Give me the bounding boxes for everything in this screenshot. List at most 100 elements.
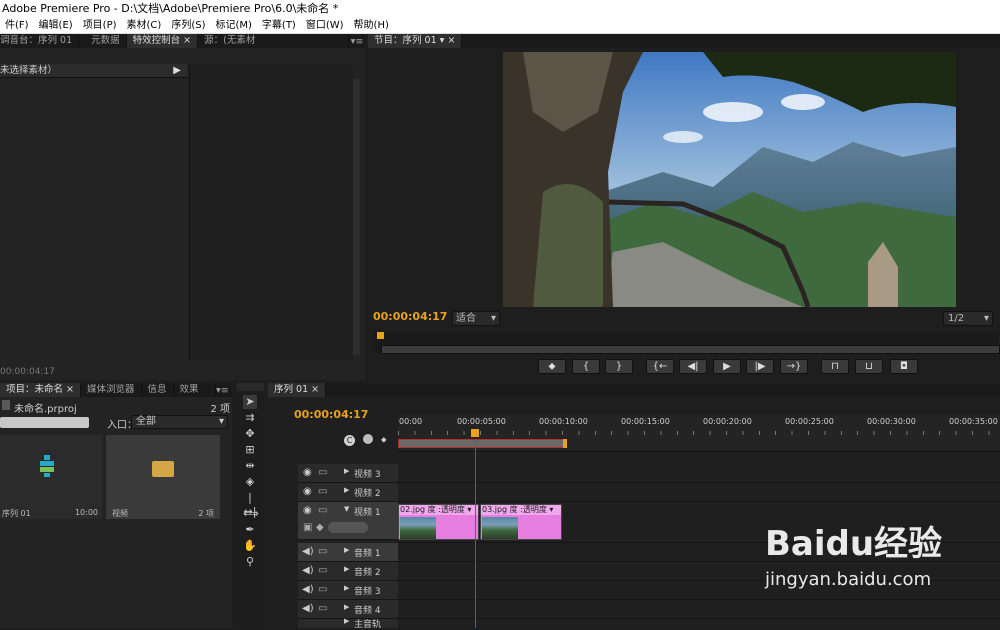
playhead-line[interactable]: [475, 439, 476, 628]
close-icon[interactable]: ×: [66, 384, 74, 395]
go-to-in-button[interactable]: {←: [646, 359, 674, 374]
zoom-tool-icon[interactable]: ⚲: [243, 555, 257, 569]
clip-03[interactable]: 03.jpg 度 :透明度 ▾: [480, 504, 562, 540]
video-track-1[interactable]: ◉ ▭ ▼ 视频 1 ▣ ◆: [298, 502, 398, 540]
resolution-dropdown[interactable]: 1/2 ▾: [943, 311, 993, 326]
step-back-button[interactable]: ◀|: [679, 359, 707, 374]
chevron-right-icon[interactable]: ▶: [344, 486, 349, 494]
tab-audio-mixer[interactable]: 调音台：序列 01: [0, 34, 80, 48]
project-item-sequence[interactable]: 序列 01 10:00: [0, 435, 102, 519]
panel-menu-icon[interactable]: ▾≡: [216, 385, 232, 396]
lock-icon[interactable]: ▭: [318, 603, 327, 614]
rolling-edit-tool-icon[interactable]: ⊞: [243, 443, 257, 457]
speaker-icon[interactable]: ◀): [302, 565, 314, 576]
speaker-icon[interactable]: ◀): [302, 603, 314, 614]
rate-stretch-tool-icon[interactable]: ⇹: [243, 459, 257, 473]
menu-help[interactable]: 帮助(H): [349, 17, 394, 33]
keyframe-icon[interactable]: ◆: [316, 522, 324, 533]
eye-icon[interactable]: ◉: [303, 505, 312, 516]
add-marker-icon[interactable]: ⬥: [381, 435, 387, 445]
work-area-handle-icon[interactable]: [563, 439, 567, 448]
tab-metadata[interactable]: 元数据: [79, 34, 127, 48]
audio-track-2[interactable]: ◀) ▭ ▶ 音频 2: [298, 562, 398, 581]
time-ruler[interactable]: 00:00 00:00:05:00 00:00:10:00 00:00:15:0…: [398, 415, 1000, 452]
chevron-down-icon[interactable]: ▾: [440, 35, 445, 46]
project-item-bin[interactable]: 视频 2 项: [106, 435, 220, 519]
tab-program[interactable]: 节目：序列 01 ▾ ×: [368, 34, 463, 48]
chevron-right-icon[interactable]: ▶: [344, 617, 349, 625]
audio-track-3[interactable]: ◀) ▭ ▶ 音频 3: [298, 581, 398, 600]
video-track-3[interactable]: ◉ ▭ ▶ 视频 3: [298, 464, 398, 483]
eye-icon[interactable]: ◉: [303, 486, 312, 497]
chevron-right-icon[interactable]: ▶: [344, 467, 349, 475]
video-track-2[interactable]: ◉ ▭ ▶ 视频 2: [298, 483, 398, 502]
add-marker-button[interactable]: ⬥: [538, 359, 566, 374]
slide-tool-icon[interactable]: ⟺: [243, 507, 259, 521]
ripple-edit-tool-icon[interactable]: ✥: [243, 427, 257, 441]
program-mini-ruler[interactable]: [373, 332, 1000, 354]
menu-clip[interactable]: 素材(C): [122, 17, 167, 33]
step-forward-button[interactable]: |▶: [746, 359, 774, 374]
lock-icon[interactable]: ▭: [318, 546, 327, 557]
clip-02[interactable]: 02.jpg 度 :透明度 ▾: [398, 504, 479, 540]
mark-in-button[interactable]: {: [572, 359, 600, 374]
slip-tool-icon[interactable]: |↔|: [243, 491, 257, 518]
tab-effect-controls[interactable]: 特效控制台 ×: [126, 34, 199, 48]
chevron-right-icon[interactable]: ▶: [344, 584, 349, 592]
chevron-right-icon[interactable]: ▶: [344, 546, 349, 554]
lift-button[interactable]: ⊓: [821, 359, 849, 374]
chevron-right-icon[interactable]: ▶: [173, 64, 181, 77]
playhead-handle-icon[interactable]: [471, 429, 479, 437]
speaker-icon[interactable]: ◀): [302, 546, 314, 557]
close-icon[interactable]: ×: [447, 35, 455, 46]
tab-media-browser[interactable]: 媒体浏览器: [81, 383, 142, 397]
lock-icon[interactable]: ▭: [318, 505, 327, 516]
snap-icon[interactable]: C: [344, 435, 355, 446]
menu-marker[interactable]: 标记(M): [210, 17, 256, 33]
fit-dropdown[interactable]: 适合 ▾: [452, 311, 500, 326]
tab-info[interactable]: 信息: [142, 383, 174, 397]
work-area-bar[interactable]: [398, 439, 565, 448]
lock-icon[interactable]: ▭: [318, 584, 327, 595]
play-button[interactable]: ▶: [713, 359, 741, 374]
menu-project[interactable]: 项目(P): [78, 17, 122, 33]
chevron-right-icon[interactable]: ▶: [344, 603, 349, 611]
eye-icon[interactable]: ◉: [303, 467, 312, 478]
lock-icon[interactable]: ▭: [318, 486, 327, 497]
menu-edit[interactable]: 编辑(E): [34, 17, 78, 33]
chevron-right-icon[interactable]: ▶: [344, 565, 349, 573]
keyframe-nav[interactable]: [328, 522, 368, 533]
menu-file[interactable]: 件(F): [0, 17, 34, 33]
extract-button[interactable]: ⊔: [855, 359, 883, 374]
menu-window[interactable]: 窗口(W): [301, 17, 349, 33]
linked-selection-icon[interactable]: [363, 434, 373, 444]
project-search-input[interactable]: [0, 417, 89, 428]
chevron-down-icon[interactable]: ▼: [344, 505, 349, 513]
close-icon[interactable]: ×: [183, 35, 191, 46]
speaker-icon[interactable]: ◀): [302, 584, 314, 595]
display-style-icon[interactable]: ▣: [303, 522, 312, 533]
hand-tool-icon[interactable]: ✋: [243, 539, 257, 553]
tab-source[interactable]: 源：(无素材: [198, 34, 349, 48]
tab-project[interactable]: 项目：未命名 ×: [0, 383, 82, 397]
program-playhead-icon[interactable]: [377, 332, 384, 339]
mark-out-button[interactable]: }: [605, 359, 633, 374]
menu-sequence[interactable]: 序列(S): [166, 17, 210, 33]
effect-scrollbar[interactable]: [353, 79, 360, 355]
track-select-tool-icon[interactable]: ⇉: [243, 411, 257, 425]
tab-sequence[interactable]: 序列 01 ×: [268, 383, 327, 397]
tab-effects[interactable]: 效果: [174, 383, 216, 397]
program-zoom-bar[interactable]: [381, 345, 1000, 354]
audio-track-1[interactable]: ◀) ▭ ▶ 音频 1: [298, 543, 398, 562]
lock-icon[interactable]: ▭: [318, 565, 327, 576]
in-dropdown[interactable]: 全部 ▾: [131, 415, 228, 429]
panel-menu-icon[interactable]: ▾≡: [349, 36, 365, 47]
close-icon[interactable]: ×: [311, 384, 319, 395]
pen-tool-icon[interactable]: ✒: [243, 523, 257, 537]
lock-icon[interactable]: ▭: [318, 467, 327, 478]
razor-tool-icon[interactable]: ◈: [243, 475, 257, 489]
go-to-out-button[interactable]: →}: [780, 359, 808, 374]
master-track[interactable]: ▶ 主音轨: [298, 617, 398, 630]
selection-tool-icon[interactable]: ➤: [243, 395, 257, 409]
export-frame-button[interactable]: ◘: [890, 359, 918, 374]
